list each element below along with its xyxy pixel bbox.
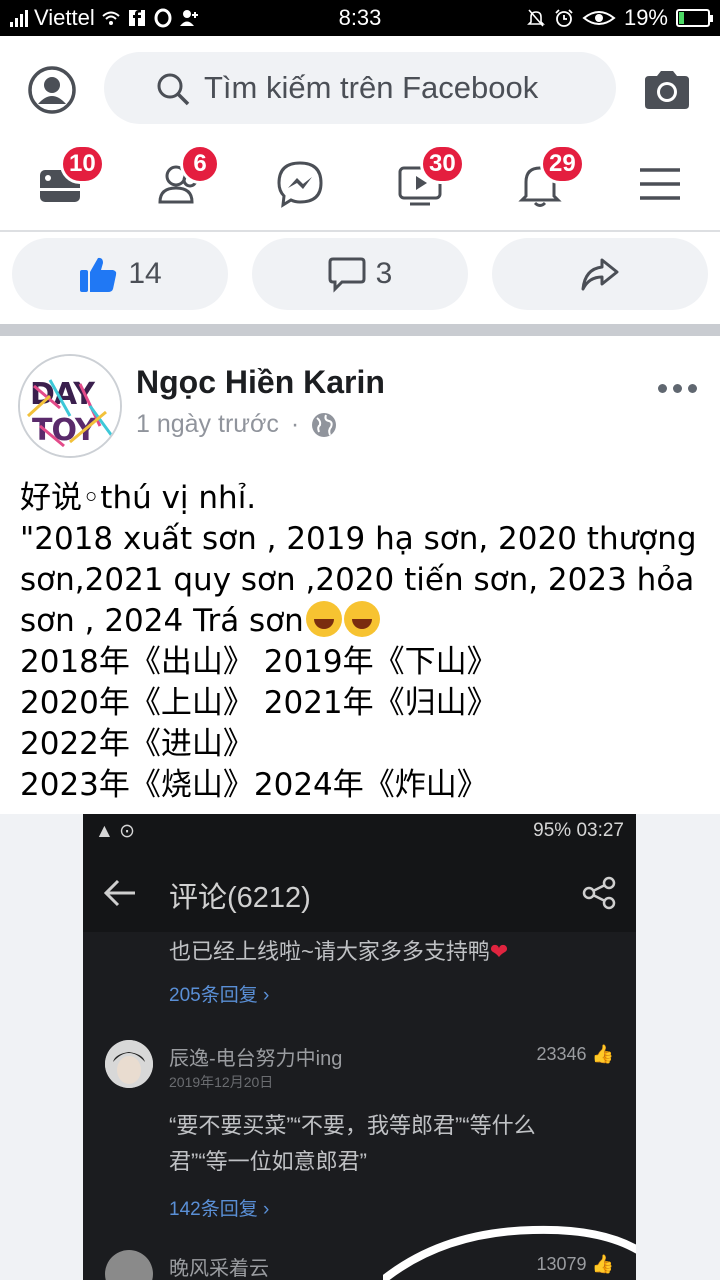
tab-menu[interactable] <box>614 140 704 230</box>
more-options-icon[interactable] <box>658 378 698 398</box>
nav-bar: 10 6 30 29 <box>0 140 720 232</box>
eye-comfort-icon <box>582 11 616 25</box>
battery-percent: 19% <box>623 5 668 30</box>
post-line: 2018年《出山》 2019年《下山》 <box>20 644 498 680</box>
friends-badge: 6 <box>180 144 220 184</box>
post-text: 好说◦thú vị nhỉ. "2018 xuất sơn , 2019 hạ … <box>20 478 710 806</box>
laughing-emoji-icon <box>305 601 342 637</box>
post-time[interactable]: 1 ngày trước <box>136 410 279 439</box>
share-nodes-icon <box>582 876 616 910</box>
comment-icon <box>328 257 366 293</box>
laughing-emoji-icon <box>343 601 380 637</box>
embedded-status-bar: ▲ ⊙ 95% 03:27 <box>83 814 636 850</box>
embedded-status-left: ▲ ⊙ <box>95 821 136 842</box>
commenter-name: 晚风采着云 <box>169 1258 269 1280</box>
replies-link: 205条回复 › <box>169 985 270 1006</box>
embedded-header: 评论(6212) <box>83 856 636 928</box>
post-line: 2022年《进山》 <box>20 726 254 762</box>
battery-icon <box>676 9 713 27</box>
tab-messenger[interactable] <box>254 140 344 230</box>
like-count: 14 <box>128 257 162 290</box>
tab-friends[interactable]: 6 <box>134 140 224 230</box>
like-count-text: 23346 <box>536 1044 587 1064</box>
like-button[interactable]: 14 <box>12 238 228 310</box>
watch-badge: 30 <box>420 144 465 184</box>
notifications-badge: 29 <box>540 144 585 184</box>
embedded-screenshot: ▲ ⊙ 95% 03:27 评论(6212) 也已经上线啦~请大家多多支持鸭❤ … <box>83 814 636 1280</box>
replies-link: 142条回复 › <box>169 1199 270 1220</box>
embedded-comments: 也已经上线啦~请大家多多支持鸭❤ 205条回复 › 辰逸-电台努力中ing 20… <box>83 932 636 1280</box>
post-line: 2023年《烧山》2024年《炸山》 <box>20 767 488 803</box>
tab-notifications[interactable]: 29 <box>494 140 585 230</box>
post-image[interactable]: ▲ ⊙ 95% 03:27 评论(6212) 也已经上线啦~请大家多多支持鸭❤ … <box>0 814 720 1280</box>
comment-likes: 23346 👍 <box>537 1044 615 1065</box>
globe-icon <box>312 412 337 437</box>
daytoy-logo: DAY TOY <box>20 356 120 456</box>
tab-watch[interactable]: 30 <box>374 140 465 230</box>
post-line: 2020年《上山》 2021年《归山》 <box>20 685 498 721</box>
commenter-avatar <box>105 1040 153 1088</box>
tab-news-feed[interactable]: 10 <box>14 140 105 230</box>
news-feed-badge: 10 <box>60 144 105 184</box>
author-avatar[interactable]: DAY TOY <box>18 354 122 458</box>
thumb-outline-icon: 👍 <box>591 1044 614 1064</box>
search-bar[interactable]: Tìm kiếm trên Facebook <box>104 52 616 124</box>
svg-text:TOY: TOY <box>32 413 98 448</box>
feed-divider <box>0 324 720 336</box>
comment-text: 也已经上线啦~请大家多多支持鸭❤ <box>169 934 508 966</box>
comment-text: “要不要买菜”“不要，我等郎君”“等什么 <box>169 1113 536 1138</box>
post-author[interactable]: Ngọc Hiền Karin <box>136 364 385 401</box>
messenger-icon <box>277 161 323 208</box>
post-meta: 1 ngày trước · <box>136 410 337 439</box>
commenter-name: 辰逸-电台努力中ing <box>169 1048 343 1070</box>
comment-text: 君”“等一位如意郎君” <box>169 1149 367 1174</box>
back-arrow-icon <box>103 879 135 907</box>
comment-button[interactable]: 3 <box>252 238 468 310</box>
comment-date: 2019年12月20日 <box>169 1074 274 1090</box>
camera-icon[interactable] <box>642 70 692 110</box>
scribble-mark <box>383 1225 636 1280</box>
search-placeholder: Tìm kiếm trên Facebook <box>204 70 539 105</box>
meta-separator: · <box>290 410 300 438</box>
share-button[interactable] <box>492 238 708 310</box>
menu-icon <box>640 168 680 200</box>
status-right: 19% <box>526 5 713 31</box>
embedded-status-right: 95% 03:27 <box>533 820 624 841</box>
commenter-avatar <box>105 1250 153 1280</box>
embedded-title: 评论(6212) <box>169 882 311 914</box>
top-bar: Tìm kiếm trên Facebook <box>0 36 720 140</box>
heart-icon: ❤ <box>489 939 509 964</box>
comment-text-span: 也已经上线啦~请大家多多支持鸭 <box>169 939 490 964</box>
profile-icon[interactable] <box>28 66 76 114</box>
thumbs-up-icon <box>80 257 117 292</box>
comment-count: 3 <box>375 257 393 290</box>
post-line-with-emoji: "2018 xuất sơn , 2019 hạ sơn, 2020 thượn… <box>20 519 710 642</box>
status-bar: Viettel 8:33 19% <box>0 0 720 36</box>
share-icon <box>581 258 619 291</box>
post-line: 好说◦thú vị nhỉ. <box>20 480 257 516</box>
search-icon <box>157 73 190 106</box>
mute-icon <box>527 9 545 27</box>
alarm-icon <box>555 9 573 27</box>
post-card: DAY TOY Ngọc Hiền Karin 1 ngày trước · 好… <box>0 336 720 1280</box>
post-action-row: 14 3 <box>0 234 720 324</box>
